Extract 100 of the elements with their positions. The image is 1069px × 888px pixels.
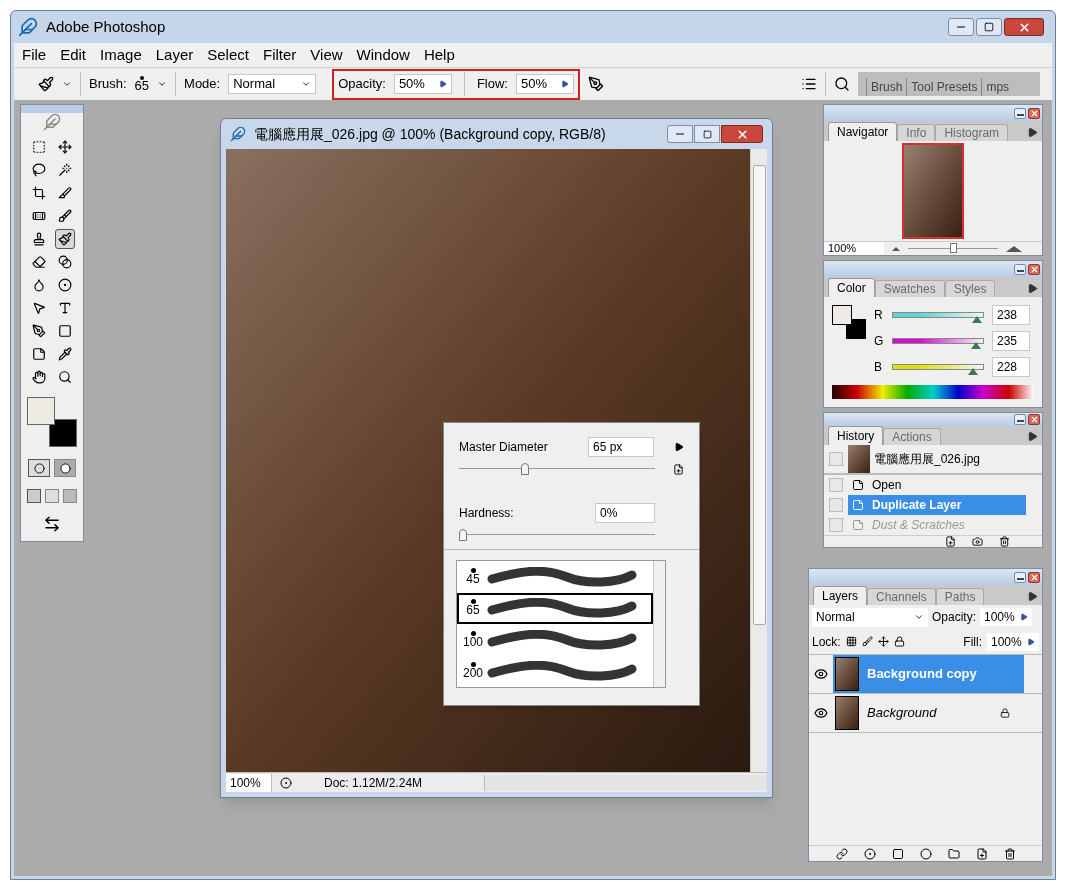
layer-row[interactable]: Background — [833, 694, 1024, 732]
zoom-in-icon[interactable] — [1006, 245, 1022, 252]
minimize-button[interactable] — [667, 125, 693, 143]
slider-thumb[interactable] — [971, 316, 982, 323]
layer-opacity-field[interactable]: 100% — [980, 608, 1032, 626]
panel-menu-icon[interactable] — [1027, 431, 1038, 442]
palette-well-tab[interactable]: mps — [981, 78, 1014, 96]
panel-tab[interactable]: Navigator — [828, 122, 898, 141]
panel-tab[interactable]: Histogram — [935, 124, 1009, 141]
panel-tab[interactable]: History — [828, 426, 884, 445]
menu-item[interactable]: Layer — [155, 43, 194, 67]
brush-preset[interactable]: 45 — [457, 561, 653, 593]
menu-item[interactable]: View — [310, 43, 343, 67]
eye-icon[interactable] — [814, 667, 828, 681]
panel-menu-icon[interactable] — [1027, 127, 1038, 138]
close-button[interactable] — [1004, 18, 1044, 36]
brush-preset[interactable]: 65 — [457, 592, 653, 624]
paintbrush-icon[interactable] — [55, 229, 75, 249]
blend-mode-dropdown[interactable]: Normal — [812, 607, 928, 627]
minimize-button[interactable] — [1014, 571, 1026, 583]
foreground-color-swatch[interactable] — [832, 305, 852, 325]
panel-tab[interactable]: Styles — [944, 280, 996, 297]
minimize-button[interactable] — [948, 18, 974, 36]
tool-preset-icon[interactable] — [38, 76, 54, 92]
foreground-color-swatch[interactable] — [27, 397, 55, 425]
history-step[interactable]: Open — [848, 475, 1026, 495]
mode-dropdown[interactable]: Normal — [228, 74, 317, 94]
panel-tab[interactable]: Swatches — [874, 280, 945, 297]
quick-mask-button[interactable] — [54, 459, 76, 477]
vertical-scrollbar[interactable] — [653, 561, 665, 687]
link-icon[interactable] — [835, 847, 848, 860]
delete-icon[interactable] — [999, 536, 1010, 547]
panel-menu-icon[interactable] — [1027, 283, 1038, 294]
close-button[interactable] — [1028, 107, 1040, 119]
palette-well-tab[interactable]: Tool Presets — [906, 78, 982, 96]
channel-value-field[interactable]: 228 — [992, 357, 1030, 377]
navigator-zoom-field[interactable]: 100% — [824, 242, 884, 255]
slider-thumb[interactable] — [970, 342, 981, 349]
vertical-scrollbar[interactable] — [750, 149, 767, 772]
lock-transparency-icon[interactable] — [845, 636, 857, 647]
horizontal-scrollbar[interactable] — [484, 774, 767, 791]
caret-icon[interactable] — [157, 79, 168, 89]
close-button[interactable] — [1028, 263, 1040, 275]
brush-preset[interactable]: 200 — [457, 655, 653, 687]
panel-tab[interactable]: Info — [897, 124, 936, 141]
screen-mode-button[interactable] — [45, 489, 59, 503]
hardness-field[interactable]: 0% — [595, 503, 655, 523]
layer-mask-icon[interactable] — [891, 847, 904, 860]
adjustment-layer-icon[interactable] — [919, 847, 932, 860]
zoom-out-icon[interactable] — [892, 246, 900, 251]
new-document-icon[interactable] — [945, 536, 956, 547]
slider-thumb[interactable] — [521, 463, 530, 475]
lock-move-icon[interactable] — [877, 636, 889, 647]
menu-item[interactable]: Window — [356, 43, 410, 67]
minimize-button[interactable] — [1014, 263, 1026, 275]
folder-icon[interactable] — [947, 847, 960, 860]
lock-paint-icon[interactable] — [861, 636, 873, 647]
minimize-button[interactable] — [1014, 414, 1026, 425]
zoom-slider-thumb[interactable] — [950, 243, 957, 253]
panel-tab[interactable]: Actions — [883, 428, 941, 445]
color-spectrum[interactable] — [832, 385, 1034, 399]
popup-menu-icon[interactable] — [674, 442, 684, 452]
panel-tab[interactable]: Paths — [935, 588, 985, 605]
maximize-button[interactable] — [976, 18, 1002, 36]
lock-all-icon[interactable] — [893, 636, 905, 647]
menu-item[interactable]: File — [22, 43, 47, 67]
background-color-swatch[interactable] — [49, 419, 77, 447]
channel-value-field[interactable]: 238 — [992, 305, 1030, 325]
snapshot-name[interactable]: 電腦應用展_026.jpg — [874, 450, 981, 468]
close-button[interactable] — [1028, 414, 1040, 425]
flow-field[interactable]: 50% — [515, 74, 574, 94]
minimize-button[interactable] — [1014, 107, 1026, 119]
panel-menu-icon[interactable] — [1027, 591, 1038, 602]
maximize-button[interactable] — [694, 125, 720, 143]
close-button[interactable] — [1028, 571, 1040, 583]
panel-tab[interactable]: Channels — [867, 588, 936, 605]
palette-toggle-icon[interactable] — [801, 76, 817, 92]
channel-value-field[interactable]: 235 — [992, 331, 1030, 351]
caret-icon[interactable] — [62, 79, 72, 89]
new-preset-icon[interactable] — [673, 463, 684, 475]
opacity-field[interactable]: 50% — [393, 74, 452, 94]
background-color-swatch[interactable] — [846, 319, 866, 339]
zoom-level[interactable]: 100% — [226, 773, 272, 792]
snapshot-icon[interactable] — [972, 536, 983, 547]
menu-item[interactable]: Filter — [262, 43, 297, 67]
diameter-field[interactable]: 65 px — [588, 437, 654, 457]
slider-thumb[interactable] — [459, 529, 467, 541]
menu-item[interactable]: Image — [100, 43, 142, 67]
palette-well-tab[interactable]: Brush — [866, 78, 907, 96]
delete-icon[interactable] — [1003, 847, 1016, 860]
brush-size[interactable]: 65 — [134, 80, 150, 92]
screen-mode-button[interactable] — [27, 489, 41, 503]
layer-fill-field[interactable]: 100% — [987, 632, 1039, 651]
slider-thumb[interactable] — [968, 368, 979, 375]
panel-tab[interactable]: Layers — [813, 586, 868, 605]
standard-mode-button[interactable] — [28, 459, 50, 477]
new-layer-icon[interactable] — [975, 847, 988, 860]
menu-item[interactable]: Edit — [60, 43, 87, 67]
menu-item[interactable]: Help — [423, 43, 455, 67]
menu-item[interactable]: Select — [207, 43, 249, 67]
